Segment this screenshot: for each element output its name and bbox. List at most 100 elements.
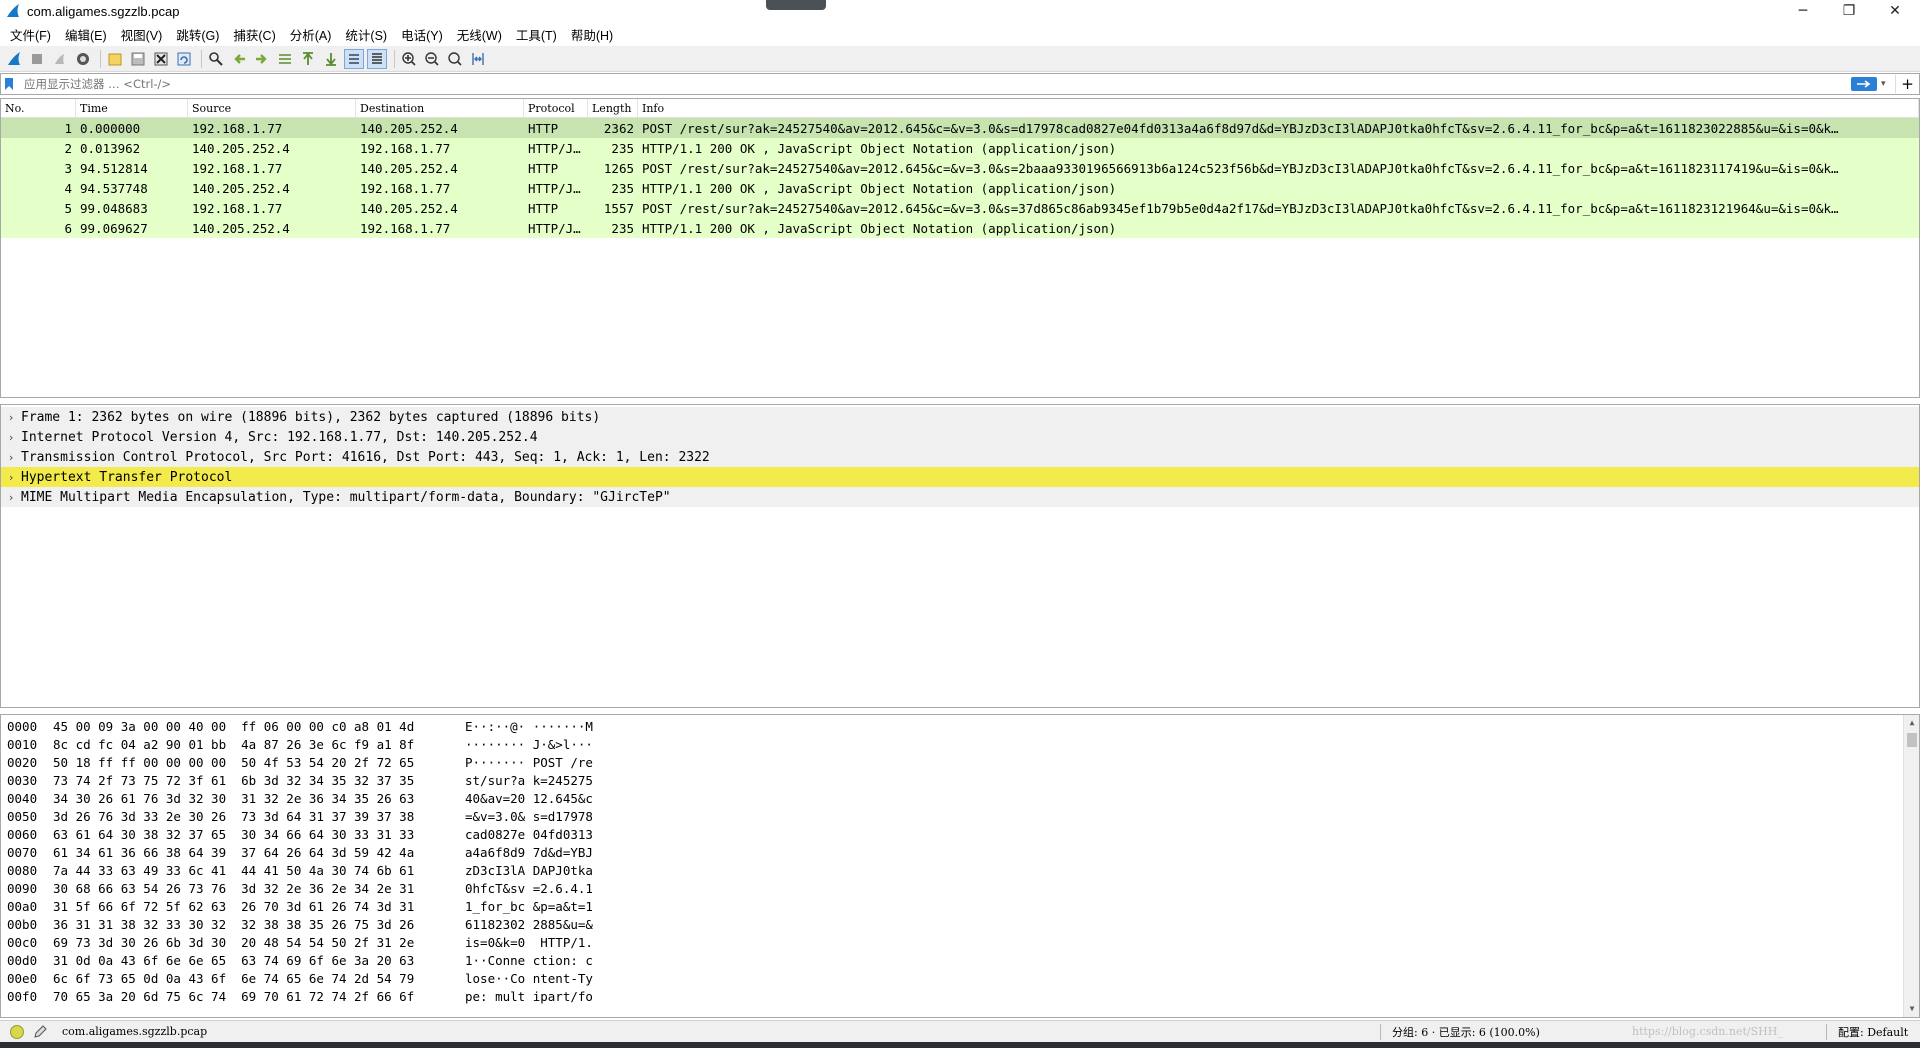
hex-ascii[interactable]: =&v=3.0& s=d17978 [465,809,665,824]
display-filter-input[interactable] [18,75,1851,93]
menu-tools[interactable]: 工具(T) [510,23,563,46]
autoscroll-icon[interactable] [344,48,364,69]
go-first-icon[interactable] [298,49,318,69]
hex-bytes[interactable]: 69 73 3d 30 26 6b 3d 30 20 48 54 54 50 2… [53,935,465,950]
filter-bookmark-icon[interactable] [4,76,18,92]
close-button[interactable]: ✕ [1872,0,1918,22]
hex-ascii[interactable]: 0hfcT&sv =2.6.4.1 [465,881,665,896]
minimize-button[interactable]: ─ [1780,0,1826,22]
close-file-icon[interactable] [151,49,171,69]
zoom-in-icon[interactable] [399,49,419,69]
hex-ascii[interactable]: 40&av=20 12.645&c [465,791,665,806]
find-packet-icon[interactable] [206,49,226,69]
column-header-protocol[interactable]: Protocol [524,99,588,117]
tree-item-frame[interactable]: › Frame 1: 2362 bytes on wire (18896 bit… [1,407,1919,427]
packet-row[interactable]: 3 94.512814 192.168.1.77 140.205.252.4 H… [1,158,1919,178]
hex-ascii[interactable]: 61182302 2885&u=& [465,917,665,932]
restart-capture-icon[interactable] [50,49,70,69]
packet-row[interactable]: 6 99.069627 140.205.252.4 192.168.1.77 H… [1,218,1919,238]
tree-item-http[interactable]: › Hypertext Transfer Protocol [1,467,1919,487]
start-capture-icon[interactable] [4,49,24,69]
hex-bytes[interactable]: 7a 44 33 63 49 33 6c 41 44 41 50 4a 30 7… [53,863,465,878]
hex-ascii[interactable]: pe: mult ipart/fo [465,989,665,1004]
stop-capture-icon[interactable] [27,49,47,69]
tree-item-mime[interactable]: › MIME Multipart Media Encapsulation, Ty… [1,487,1919,507]
tree-item-ip[interactable]: › Internet Protocol Version 4, Src: 192.… [1,427,1919,447]
hex-bytes[interactable]: 8c cd fc 04 a2 90 01 bb 4a 87 26 3e 6c f… [53,737,465,752]
hex-ascii[interactable]: 1_for_bc &p=a&t=1 [465,899,665,914]
menu-capture[interactable]: 捕获(C) [227,23,281,46]
status-profile[interactable]: 配置: Default [1838,1024,1908,1040]
menu-edit[interactable]: 编辑(E) [59,23,113,46]
hex-ascii[interactable]: ········ J·&>l··· [465,737,665,752]
restore-button[interactable]: ❐ [1826,0,1872,22]
packet-row[interactable]: 2 0.013962 140.205.252.4 192.168.1.77 HT… [1,138,1919,158]
hex-bytes[interactable]: 30 68 66 63 54 26 73 76 3d 32 2e 36 2e 3… [53,881,465,896]
expert-info-icon[interactable] [10,1024,24,1039]
hex-bytes[interactable]: 63 61 64 30 38 32 37 65 30 34 66 64 30 3… [53,827,465,842]
packet-list[interactable]: No. Time Source Destination Protocol Len… [0,98,1920,398]
hex-bytes[interactable]: 73 74 2f 73 75 72 3f 61 6b 3d 32 34 35 3… [53,773,465,788]
hex-bytes[interactable]: 50 18 ff ff 00 00 00 00 50 4f 53 54 20 2… [53,755,465,770]
chevron-right-icon[interactable]: › [1,491,21,504]
menu-go[interactable]: 跳转(G) [170,23,225,46]
hex-ascii[interactable]: P······· POST /re [465,755,665,770]
zoom-reset-icon[interactable] [445,49,465,69]
hex-scrollbar[interactable]: ▲ ▼ [1903,715,1919,1017]
hex-bytes[interactable]: 3d 26 76 3d 33 2e 30 26 73 3d 64 31 37 3… [53,809,465,824]
chevron-right-icon[interactable]: › [1,431,21,444]
hex-bytes[interactable]: 45 00 09 3a 00 00 40 00 ff 06 00 00 c0 a… [53,719,465,734]
hex-bytes[interactable]: 34 30 26 61 76 3d 32 30 31 32 2e 36 34 3… [53,791,465,806]
hex-bytes[interactable]: 6c 6f 73 65 0d 0a 43 6f 6e 74 65 6e 74 2… [53,971,465,986]
column-header-length[interactable]: Length [588,99,638,117]
menu-view[interactable]: 视图(V) [115,23,169,46]
menu-telephony[interactable]: 电话(Y) [395,23,449,46]
column-header-destination[interactable]: Destination [356,99,524,117]
column-header-source[interactable]: Source [188,99,356,117]
chevron-right-icon[interactable]: › [1,411,21,424]
go-to-packet-icon[interactable] [275,49,295,69]
column-header-time[interactable]: Time [76,99,188,117]
add-filter-button[interactable]: + [1895,75,1919,93]
capture-options-icon[interactable] [73,49,93,69]
reload-file-icon[interactable] [174,49,194,69]
hex-bytes[interactable]: 36 31 31 38 32 33 30 32 32 38 38 35 26 7… [53,917,465,932]
menu-wireless[interactable]: 无线(W) [451,23,508,46]
packet-row[interactable]: 5 99.048683 192.168.1.77 140.205.252.4 H… [1,198,1919,218]
chevron-down-icon[interactable]: ▾ [1881,79,1895,89]
go-forward-icon[interactable] [252,49,272,69]
packet-details[interactable]: › Frame 1: 2362 bytes on wire (18896 bit… [0,404,1920,708]
hex-bytes[interactable]: 70 65 3a 20 6d 75 6c 74 69 70 61 72 74 2… [53,989,465,1004]
hex-bytes[interactable]: 31 0d 0a 43 6f 6e 6e 65 63 74 69 6f 6e 3… [53,953,465,968]
menu-statistics[interactable]: 统计(S) [339,23,393,46]
hex-bytes[interactable]: 31 5f 66 6f 72 5f 62 63 26 70 3d 61 26 7… [53,899,465,914]
scroll-down-icon[interactable]: ▼ [1904,1001,1919,1017]
colorize-icon[interactable] [367,48,387,69]
tree-item-tcp[interactable]: › Transmission Control Protocol, Src Por… [1,447,1919,467]
column-header-info[interactable]: Info [638,99,1919,117]
menu-help[interactable]: 帮助(H) [565,23,619,46]
hex-ascii[interactable]: zD3cI3lA DAPJ0tka [465,863,665,878]
hex-ascii[interactable]: st/sur?a k=245275 [465,773,665,788]
chevron-right-icon[interactable]: › [1,451,21,464]
packet-bytes[interactable]: 0000 45 00 09 3a 00 00 40 00 ff 06 00 00 … [0,714,1920,1018]
hex-ascii[interactable]: cad0827e 04fd0313 [465,827,665,842]
menu-analyze[interactable]: 分析(A) [284,23,338,46]
hex-bytes[interactable]: 61 34 61 36 66 38 64 39 37 64 26 64 3d 5… [53,845,465,860]
zoom-out-icon[interactable] [422,49,442,69]
hex-ascii[interactable]: lose··Co ntent-Ty [465,971,665,986]
go-last-icon[interactable] [321,49,341,69]
scrollbar-thumb[interactable] [1907,733,1917,747]
open-file-icon[interactable] [105,49,125,69]
hex-ascii[interactable]: is=0&k=0 HTTP/1. [465,935,665,950]
packet-row[interactable]: 1 0.000000 192.168.1.77 140.205.252.4 HT… [1,118,1919,138]
resize-columns-icon[interactable] [468,49,488,69]
save-file-icon[interactable] [128,49,148,69]
menu-file[interactable]: 文件(F) [4,23,57,46]
apply-filter-button[interactable] [1851,77,1877,91]
packet-row[interactable]: 4 94.537748 140.205.252.4 192.168.1.77 H… [1,178,1919,198]
column-header-no[interactable]: No. [1,99,76,117]
hex-ascii[interactable]: a4a6f8d9 7d&d=YBJ [465,845,665,860]
hex-ascii[interactable]: 1··Conne ction: c [465,953,665,968]
capture-comment-icon[interactable] [32,1024,48,1040]
